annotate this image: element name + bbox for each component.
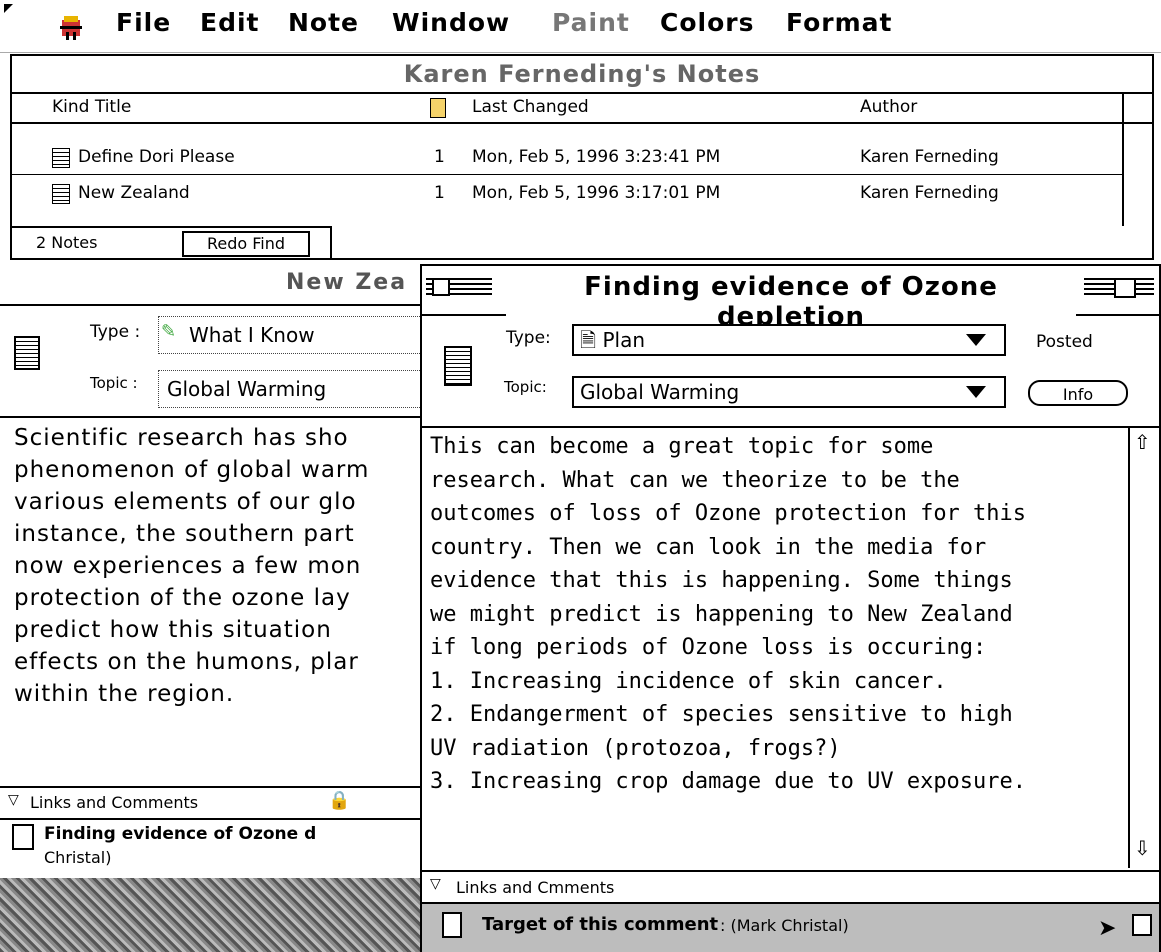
front-note-body[interactable]: This can become a great topic for some r… [430, 430, 1130, 799]
front-titlebar[interactable]: Finding evidence of Ozone depletion [422, 266, 1159, 332]
links-header[interactable]: ▽ Links and Comments 🔒 [0, 786, 420, 820]
posted-label: Posted [1036, 332, 1093, 352]
info-button[interactable]: Info [1028, 380, 1128, 406]
disclosure-triangle-icon[interactable]: ▽ [8, 792, 19, 808]
menu-note[interactable]: Note [288, 8, 359, 37]
topic-value: Global Warming [167, 377, 327, 401]
type-dropdown[interactable]: 🗎 Plan [572, 324, 1006, 356]
link-doc-icon [442, 912, 462, 938]
cursor-arrow-icon: ➤ [1098, 916, 1117, 941]
note-count-icon[interactable] [430, 98, 446, 118]
target-label: Target of this comment [482, 914, 719, 935]
link-item-author: Christal) [44, 848, 112, 867]
links-header[interactable]: ▽ Links and Cmments [422, 870, 1159, 904]
list-scrollbar-divider [1122, 92, 1124, 226]
col-kind-title[interactable]: Kind Title [52, 92, 131, 122]
left-note-title: New Zea [286, 270, 408, 295]
topic-value: Global Warming [580, 380, 740, 404]
link-doc-icon [12, 824, 34, 850]
corner-mark [4, 4, 13, 13]
type-field[interactable]: ✎ What I Know [158, 316, 422, 354]
vertical-scrollbar[interactable]: ⇧ ⇩ [1128, 428, 1160, 868]
menu-edit[interactable]: Edit [200, 8, 260, 37]
menu-format[interactable]: Format [786, 8, 892, 37]
table-row[interactable]: New Zealand 1 Mon, Feb 5, 1996 3:17:01 P… [12, 178, 1122, 208]
note-doc-icon [444, 346, 472, 386]
chevron-down-icon [966, 334, 986, 346]
topic-field[interactable]: Global Warming [158, 370, 422, 408]
type-label: Type: [506, 328, 551, 348]
ozone-note-window: Finding evidence of Ozone depletion Type… [420, 264, 1161, 952]
what-i-know-icon: ✎ [161, 321, 177, 342]
zoom-box-icon[interactable] [1114, 278, 1136, 298]
desktop-pattern [0, 878, 425, 952]
grow-box-icon[interactable] [1132, 914, 1152, 936]
link-item[interactable]: Target of this comment : (Mark Christal)… [422, 902, 1159, 952]
row-title: Define Dori Please [78, 147, 235, 167]
row-count: 1 [434, 147, 445, 167]
notes-list-window: Karen Ferneding's Notes Kind Title Last … [10, 54, 1154, 260]
divider [0, 416, 420, 418]
divider [422, 426, 1159, 428]
topic-label: Topic : [90, 374, 138, 392]
front-note-title: Finding evidence of Ozone depletion [506, 272, 1076, 332]
link-item-title[interactable]: Finding evidence of Ozone d [44, 824, 316, 844]
scroll-up-icon[interactable]: ⇧ [1134, 430, 1151, 454]
menu-colors[interactable]: Colors [660, 8, 754, 37]
row-title: New Zealand [78, 183, 190, 203]
row-author: Karen Ferneding [860, 183, 999, 203]
row-last-changed: Mon, Feb 5, 1996 3:17:01 PM [472, 183, 721, 203]
notes-list-title[interactable]: Karen Ferneding's Notes [12, 56, 1152, 94]
links-label: Links and Cmments [456, 878, 615, 897]
col-author[interactable]: Author [860, 92, 917, 122]
type-label: Type : [90, 322, 141, 342]
topic-label: Topic: [504, 378, 547, 396]
chevron-down-icon [966, 386, 986, 398]
app-icon[interactable] [56, 12, 86, 42]
row-count: 1 [434, 183, 445, 203]
row-last-changed: Mon, Feb 5, 1996 3:23:41 PM [472, 147, 721, 167]
new-zealand-note-window: New Zea Type : ✎ What I Know Topic : Glo… [0, 264, 422, 952]
lock-icon[interactable]: 🔒 [328, 790, 350, 811]
row-author: Karen Ferneding [860, 147, 999, 167]
column-header: Kind Title Last Changed Author [12, 92, 1152, 124]
redo-find-button[interactable]: Redo Find [182, 231, 310, 257]
note-doc-icon [52, 184, 70, 204]
note-doc-icon [14, 336, 40, 370]
note-count-label: 2 Notes [36, 233, 98, 252]
menu-bar: File Edit Note Window Paint Colors Forma… [0, 0, 1161, 53]
target-author: : (Mark Christal) [720, 916, 849, 935]
disclosure-triangle-icon[interactable]: ▽ [430, 876, 441, 892]
scroll-down-icon[interactable]: ⇩ [1134, 836, 1151, 860]
topic-dropdown[interactable]: Global Warming [572, 376, 1006, 408]
type-value: Plan [602, 328, 646, 352]
links-label: Links and Comments [30, 793, 199, 812]
note-doc-icon [52, 148, 70, 168]
plan-icon: 🗎 [580, 328, 597, 352]
left-note-body[interactable]: Scientific research has sho phenomenon o… [14, 422, 434, 710]
menu-file[interactable]: File [116, 8, 171, 37]
row-divider [12, 174, 1122, 175]
type-value: What I Know [189, 323, 315, 347]
status-bar: 2 Notes Redo Find [12, 226, 332, 260]
menu-paint[interactable]: Paint [552, 8, 630, 37]
col-last-changed[interactable]: Last Changed [472, 92, 589, 122]
table-row[interactable]: Define Dori Please 1 Mon, Feb 5, 1996 3:… [12, 142, 1122, 172]
menu-window[interactable]: Window [392, 8, 510, 37]
title-wrap: Finding evidence of Ozone depletion [422, 266, 1159, 332]
